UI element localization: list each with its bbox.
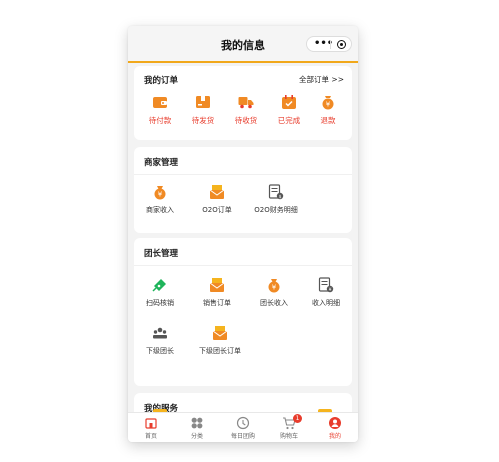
team-icon [153, 327, 167, 339]
order-refund[interactable]: ¥ 退款 [302, 94, 354, 126]
clock-icon [236, 416, 250, 430]
svg-text:¥: ¥ [329, 287, 332, 293]
order-envelope-icon [212, 326, 228, 340]
package-icon [196, 96, 210, 108]
tab-daily-group[interactable]: 每日团购 [220, 416, 266, 440]
tab-home-label: 首页 [144, 433, 157, 440]
svg-text:¥: ¥ [272, 284, 277, 292]
home-icon [145, 418, 157, 429]
tab-profile[interactable]: 我的 [312, 416, 358, 440]
capsule-divider [330, 40, 331, 49]
leader-income[interactable]: ¥ 团长收入 [248, 277, 300, 308]
svg-text:¥: ¥ [158, 191, 163, 199]
svg-text:$: $ [279, 194, 282, 200]
scan-verify-label: 扫码核销 [146, 299, 174, 307]
merchant-income-label: 商家收入 [146, 206, 174, 214]
money-bag-icon: ¥ [268, 279, 280, 293]
sub-leaders-label: 下级团长 [146, 347, 174, 355]
o2o-orders[interactable]: O2O订单 [191, 184, 243, 215]
sub-leaders[interactable]: 下级团长 [134, 325, 186, 356]
o2o-finance-detail-label: O2O财务明细 [254, 206, 298, 214]
sub-leader-orders-label: 下级团长订单 [199, 347, 241, 355]
close-target-icon[interactable] [337, 40, 346, 49]
bottom-tab-bar: 首页 分类 每日团购 1 购物车 我的 [128, 412, 358, 442]
merchant-card: 商家管理 ¥ 商家收入 O2O订单 $ O2O财务明细 [134, 147, 352, 233]
income-detail-label: 收入明细 [312, 299, 340, 307]
cart-badge: 1 [293, 414, 302, 423]
nav-bar: 我的信息 ••• [128, 26, 358, 62]
tab-home[interactable]: 首页 [128, 416, 174, 440]
order-refund-label: 退款 [320, 116, 336, 125]
phone-screen: 我的信息 ••• 我的订单 全部订单 >> 待付款 待发货 待收货 已完成 ¥ … [128, 26, 358, 442]
all-orders-link[interactable]: 全部订单 >> [299, 74, 344, 85]
tab-cart-label: 购物车 [279, 433, 298, 440]
sales-orders-label: 销售订单 [203, 299, 231, 307]
scan-verify[interactable]: 扫码核销 [134, 277, 186, 308]
ticket-icon [152, 279, 166, 292]
tab-cart[interactable]: 1 购物车 [266, 414, 312, 440]
mini-program-capsule[interactable]: ••• [306, 36, 352, 52]
tab-category[interactable]: 分类 [174, 416, 220, 440]
leader-income-label: 团长收入 [260, 299, 288, 307]
orders-title: 我的订单 [144, 76, 179, 86]
calendar-check-icon [282, 95, 296, 109]
svg-text:¥: ¥ [326, 101, 331, 109]
leader-title: 团长管理 [144, 249, 179, 259]
tab-category-label: 分类 [190, 433, 203, 440]
order-envelope-icon [209, 278, 225, 292]
leader-divider [134, 265, 352, 266]
header-accent-line [128, 61, 358, 63]
tab-profile-label: 我的 [328, 433, 341, 440]
truck-icon [238, 97, 254, 109]
sales-orders[interactable]: 销售订单 [191, 277, 243, 308]
income-detail-icon: ¥ [318, 277, 334, 293]
merchant-divider [134, 174, 352, 175]
money-bag-icon: ¥ [154, 186, 166, 200]
leader-card: 团长管理 扫码核销 销售订单 ¥ 团长收入 ¥ 收入明细 下级团长 下级团长订单 [134, 238, 352, 386]
orders-card: 我的订单 全部订单 >> 待付款 待发货 待收货 已完成 ¥ 退款 [134, 66, 352, 140]
income-detail[interactable]: ¥ 收入明细 [300, 277, 352, 308]
sub-leader-orders[interactable]: 下级团长订单 [186, 325, 254, 356]
tab-daily-group-label: 每日团购 [230, 433, 255, 440]
finance-detail-icon: $ [268, 184, 284, 200]
o2o-orders-label: O2O订单 [202, 206, 232, 214]
category-icon [191, 417, 203, 429]
o2o-finance-detail[interactable]: $ O2O财务明细 [250, 184, 302, 215]
wallet-icon [153, 97, 167, 108]
order-envelope-icon [209, 185, 225, 199]
merchant-title: 商家管理 [144, 158, 179, 168]
refund-icon: ¥ [322, 96, 334, 110]
profile-icon [329, 417, 341, 429]
merchant-income[interactable]: ¥ 商家收入 [134, 184, 186, 215]
